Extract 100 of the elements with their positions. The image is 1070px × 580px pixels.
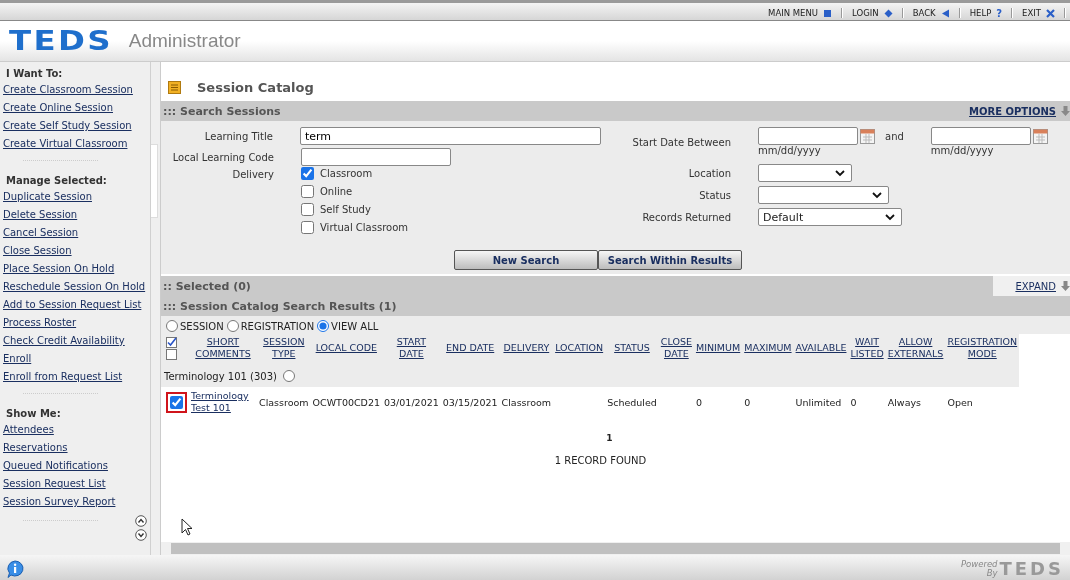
column-header[interactable]: AVAILABLE [795, 342, 847, 354]
radio-button[interactable] [166, 320, 178, 332]
sidebar-link[interactable]: Place Session On Hold [3, 263, 115, 274]
more-options-link[interactable]: MORE OPTIONS [969, 105, 1056, 117]
calendar-icon [1032, 128, 1048, 144]
checkbox-label: Classroom [320, 168, 373, 179]
nav-link[interactable]: LOGIN [843, 8, 902, 18]
section-heading: I Want To: [5, 67, 64, 81]
record-count: 1 RECORD FOUND [553, 455, 648, 466]
sidebar-link[interactable]: Process Roster [3, 317, 77, 328]
checkbox[interactable] [301, 221, 314, 234]
logo: TEDS [999, 558, 1064, 579]
column-header[interactable]: STATUS [614, 342, 650, 354]
search-button[interactable]: Search Within Results [598, 250, 742, 270]
column-header[interactable]: MINIMUM [695, 342, 741, 354]
row-checkbox[interactable] [170, 395, 183, 409]
date-field[interactable] [758, 127, 858, 145]
column-header[interactable]: DELIVERY [503, 342, 550, 354]
sidebar-link[interactable]: Enroll [3, 353, 32, 364]
sidebar-link[interactable]: Session Request List [3, 478, 106, 489]
sidebar-link[interactable]: Reschedule Session On Hold [3, 281, 146, 292]
sidebar-link[interactable]: Create Online Session [3, 102, 113, 113]
sidebar-link[interactable]: Close Session [3, 245, 72, 256]
scroll-down-icon [135, 529, 147, 541]
sidebar-link[interactable]: Queued Notifications [3, 460, 108, 471]
page-number[interactable]: 1 [161, 433, 1070, 443]
column-header[interactable]: SHORT COMMENTS [195, 336, 251, 360]
square-icon [823, 8, 833, 18]
column-header[interactable]: SESSION TYPE [263, 336, 305, 360]
sidebar-link[interactable]: Check Credit Availability [3, 335, 125, 346]
table-cell: Always [887, 396, 922, 408]
date-field[interactable] [930, 127, 1031, 145]
product-name: Administrator [128, 30, 241, 52]
field-label: Start Date Between [631, 136, 732, 148]
field-label: Learning Title [203, 130, 274, 142]
panel-title: ::: Search Sessions [163, 104, 281, 118]
sidebar-link[interactable]: Add to Session Request List [3, 299, 142, 310]
sidebar-link[interactable]: Cancel Session [3, 227, 79, 238]
table-cell: Classroom [259, 396, 309, 408]
calendar-icon [168, 81, 181, 94]
group-title: Terminology 101 (303) [164, 370, 277, 382]
dropdown[interactable] [758, 164, 852, 182]
field-label: Local Learning Code [171, 151, 275, 163]
powered-by-text: By [986, 568, 998, 578]
radio-button[interactable] [317, 320, 330, 332]
sidebar-link[interactable]: Create Virtual Classroom [3, 138, 128, 149]
sidebar-link[interactable]: Reservations [3, 442, 68, 453]
sidebar-link[interactable]: Delete Session [3, 209, 78, 220]
mouse-cursor-icon [181, 518, 193, 536]
column-header[interactable]: START DATE [396, 336, 427, 360]
table-cell: 0 [850, 396, 857, 408]
sidebar-link[interactable]: Session Survey Report [3, 496, 116, 507]
down-arrow-icon [1061, 281, 1070, 291]
date-format-hint: mm/dd/yyyy [758, 145, 822, 156]
column-header[interactable]: LOCAL CODE [315, 342, 377, 354]
sidebar-link[interactable]: Attendees [3, 424, 54, 435]
help-icon: ? [996, 7, 1003, 19]
column-header[interactable]: MAXIMUM [744, 342, 792, 354]
sidebar-link[interactable]: Duplicate Session [3, 191, 92, 202]
dropdown[interactable] [758, 186, 889, 204]
column-header[interactable]: WAIT LISTED [850, 336, 884, 360]
nav-link[interactable]: MAIN MENU [759, 8, 842, 18]
checkbox[interactable] [301, 203, 314, 216]
search-button[interactable]: New Search [454, 250, 598, 270]
checkbox[interactable] [301, 185, 314, 198]
table-cell: Classroom [501, 396, 552, 408]
left-triangle-icon [940, 8, 950, 18]
column-header[interactable]: ALLOW EXTERNALS [887, 336, 944, 360]
table-cell: Open [947, 396, 973, 408]
check-all-icon [166, 336, 177, 348]
radio-button[interactable] [226, 320, 239, 332]
table-cell: 03/01/2021 [384, 396, 439, 408]
text-field[interactable]: term [299, 127, 601, 145]
sidebar-link[interactable]: Create Self Study Session [3, 120, 132, 131]
column-header[interactable]: LOCATION [555, 342, 604, 354]
chevron-down-icon [885, 213, 895, 221]
table-cell: 0 [744, 396, 751, 408]
column-header[interactable]: END DATE [446, 342, 495, 354]
close-icon [1046, 8, 1055, 18]
chevron-down-icon [872, 191, 882, 199]
text-field[interactable] [301, 148, 451, 166]
sidebar-link[interactable]: Enroll from Request List [3, 371, 123, 382]
logo: TEDS [9, 26, 114, 56]
field-label: Location [687, 167, 732, 179]
table-cell: Unlimited [795, 396, 842, 408]
radio-label: VIEW ALL [331, 320, 379, 332]
expand-link[interactable]: EXPAND [1015, 280, 1056, 292]
checkbox[interactable] [301, 167, 314, 180]
table-cell: OCWT00CD21 [312, 396, 380, 408]
column-header[interactable]: CLOSE DATE [660, 336, 692, 360]
nav-link[interactable]: EXIT [1013, 8, 1064, 18]
column-header[interactable]: REGISTRATION MODE [947, 336, 1018, 360]
session-link[interactable]: Terminology Test 101 [191, 390, 255, 414]
horizontal-scrollbar[interactable] [161, 542, 1070, 555]
nav-link[interactable]: HELP ? [960, 7, 1012, 19]
radio-button[interactable] [282, 370, 295, 382]
nav-link[interactable]: BACK [903, 8, 959, 18]
dropdown[interactable]: Default [758, 208, 902, 226]
radio-label: SESSION [180, 320, 224, 332]
sidebar-link[interactable]: Create Classroom Session [3, 84, 133, 95]
